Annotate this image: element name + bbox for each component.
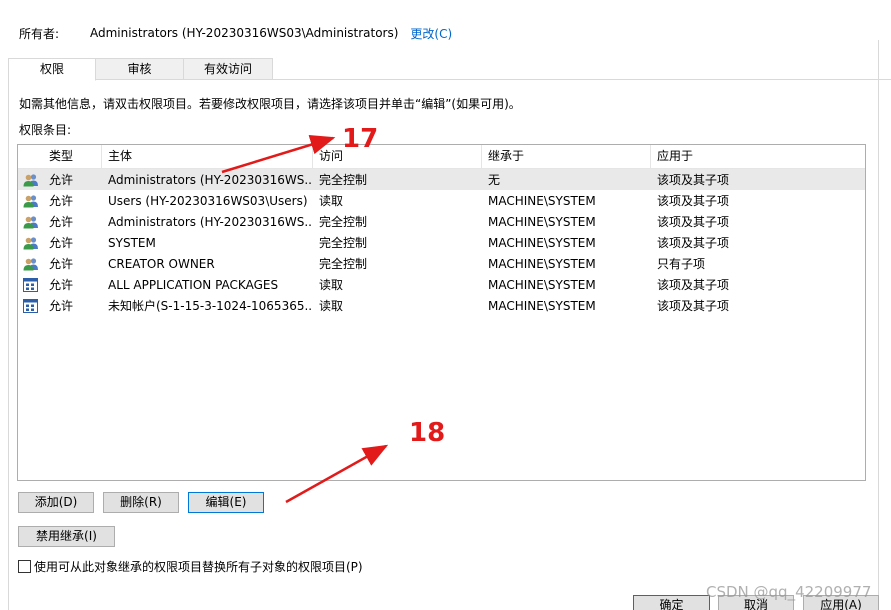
list-rows: 允许 Administrators (HY-20230316WS... 完全控制无该… bbox=[18, 169, 865, 316]
owner-value: Administrators (HY-20230316WS03\Administ… bbox=[90, 26, 399, 40]
user-group-icon bbox=[18, 236, 43, 250]
row-inherited-from: MACHINE\SYSTEM bbox=[488, 235, 596, 250]
watermark: CSDN @qq_42209977 bbox=[706, 583, 872, 601]
annotation-17: 17 bbox=[342, 124, 379, 154]
table-row[interactable]: 允许 Administrators (HY-20230316WS... 完全控制 无 该… bbox=[18, 169, 865, 190]
column-header-inherited-from[interactable]: 继承于 bbox=[482, 145, 651, 168]
row-principal: Administrators (HY-20230316WS... bbox=[108, 214, 313, 229]
column-header-type[interactable]: 类型 bbox=[43, 145, 102, 168]
row-principal: CREATOR OWNER bbox=[108, 256, 215, 271]
row-applies-to: 该项及其子项 bbox=[657, 278, 730, 292]
column-header-applies-to[interactable]: 应用于 bbox=[651, 145, 865, 168]
table-row[interactable]: 允许 ALL APPLICATION PACKAGES 读取 MACHINE\SYST… bbox=[18, 274, 865, 295]
row-type: 允许 bbox=[49, 173, 74, 187]
tab-effective-access[interactable]: 有效访问 bbox=[183, 58, 273, 80]
row-access: 完全控制 bbox=[319, 257, 368, 271]
row-applies-to: 该项及其子项 bbox=[657, 299, 730, 313]
list-header: 类型 主体 访问 继承于 应用于 bbox=[18, 145, 865, 169]
row-inherited-from: MACHINE\SYSTEM bbox=[488, 193, 596, 208]
owner-label: 所有者: bbox=[19, 26, 60, 41]
annotation-18: 18 bbox=[409, 418, 446, 448]
add-button[interactable]: 添加(D) bbox=[18, 492, 94, 513]
column-header-access[interactable]: 访问 bbox=[313, 145, 482, 168]
table-row[interactable]: 允许 未知帐户(S-1-15-3-1024-1065365... 读取 MACHINE… bbox=[18, 295, 865, 316]
row-access: 读取 bbox=[319, 278, 344, 292]
user-group-icon bbox=[18, 173, 43, 187]
row-principal: Users (HY-20230316WS03\Users) bbox=[108, 193, 308, 208]
row-access: 读取 bbox=[319, 194, 344, 208]
app-package-icon bbox=[18, 277, 43, 292]
row-inherited-from: MACHINE\SYSTEM bbox=[488, 277, 596, 292]
row-inherited-from: MACHINE\SYSTEM bbox=[488, 256, 596, 271]
table-row[interactable]: 允许 CREATOR OWNER 完全控制 MACHINE\SYSTEM 只有子项 bbox=[18, 253, 865, 274]
row-principal: ALL APPLICATION PACKAGES bbox=[108, 277, 279, 292]
column-header-principal[interactable]: 主体 bbox=[102, 145, 313, 168]
row-access: 读取 bbox=[319, 299, 344, 313]
panel-left-border bbox=[8, 79, 9, 610]
row-access: 完全控制 bbox=[319, 173, 368, 187]
row-type: 允许 bbox=[49, 194, 74, 208]
tab-auditing[interactable]: 审核 bbox=[95, 58, 184, 80]
row-inherited-from: MACHINE\SYSTEM bbox=[488, 214, 596, 229]
change-owner-link[interactable]: 更改(C) bbox=[410, 25, 452, 42]
user-group-icon bbox=[18, 215, 43, 229]
row-access: 完全控制 bbox=[319, 215, 368, 229]
owner-row: 所有者: Administrators (HY-20230316WS03\Adm… bbox=[19, 24, 452, 42]
replace-child-permissions-checkbox[interactable] bbox=[18, 560, 31, 573]
table-row[interactable]: 允许 Administrators (HY-20230316WS... 完全控制 MA… bbox=[18, 211, 865, 232]
row-inherited-from: 无 bbox=[488, 173, 501, 187]
replace-child-permissions-label: 使用可从此对象继承的权限项目替换所有子对象的权限项目(P) bbox=[34, 560, 363, 574]
row-type: 允许 bbox=[49, 299, 74, 313]
disable-inheritance-button[interactable]: 禁用继承(I) bbox=[18, 526, 115, 547]
row-applies-to: 该项及其子项 bbox=[657, 173, 730, 187]
app-package-icon bbox=[18, 298, 43, 313]
tab-permissions[interactable]: 权限 bbox=[8, 58, 96, 81]
row-inherited-from: MACHINE\SYSTEM bbox=[488, 298, 596, 313]
table-row[interactable]: 允许 Users (HY-20230316WS03\Users) 读取 MACHINE… bbox=[18, 190, 865, 211]
row-applies-to: 只有子项 bbox=[657, 257, 706, 271]
user-group-icon bbox=[18, 194, 43, 208]
table-row[interactable]: 允许 SYSTEM 完全控制 MACHINE\SYSTEM 该项及其子项 bbox=[18, 232, 865, 253]
row-type: 允许 bbox=[49, 236, 74, 250]
row-applies-to: 该项及其子项 bbox=[657, 194, 730, 208]
column-header-icon bbox=[18, 145, 43, 168]
info-text: 如需其他信息，请双击权限项目。若要修改权限项目，请选择该项目并单击“编辑”(如果… bbox=[19, 97, 521, 111]
row-applies-to: 该项及其子项 bbox=[657, 215, 730, 229]
row-principal: SYSTEM bbox=[108, 235, 156, 250]
row-applies-to: 该项及其子项 bbox=[657, 236, 730, 250]
permission-entries-label: 权限条目: bbox=[19, 123, 72, 137]
row-type: 允许 bbox=[49, 215, 74, 229]
panel-right-border bbox=[878, 40, 879, 610]
ok-button[interactable]: 确定 bbox=[633, 595, 710, 610]
tab-divider bbox=[95, 79, 891, 80]
user-group-icon bbox=[18, 257, 43, 271]
edit-button[interactable]: 编辑(E) bbox=[188, 492, 264, 513]
remove-button[interactable]: 删除(R) bbox=[103, 492, 179, 513]
row-principal: 未知帐户(S-1-15-3-1024-1065365... bbox=[108, 299, 313, 313]
tab-strip: 权限 审核 有效访问 bbox=[8, 58, 273, 81]
row-type: 允许 bbox=[49, 278, 74, 292]
row-type: 允许 bbox=[49, 257, 74, 271]
row-principal: Administrators (HY-20230316WS... bbox=[108, 172, 313, 187]
replace-child-permissions-row[interactable]: 使用可从此对象继承的权限项目替换所有子对象的权限项目(P) bbox=[18, 558, 363, 575]
row-access: 完全控制 bbox=[319, 236, 368, 250]
